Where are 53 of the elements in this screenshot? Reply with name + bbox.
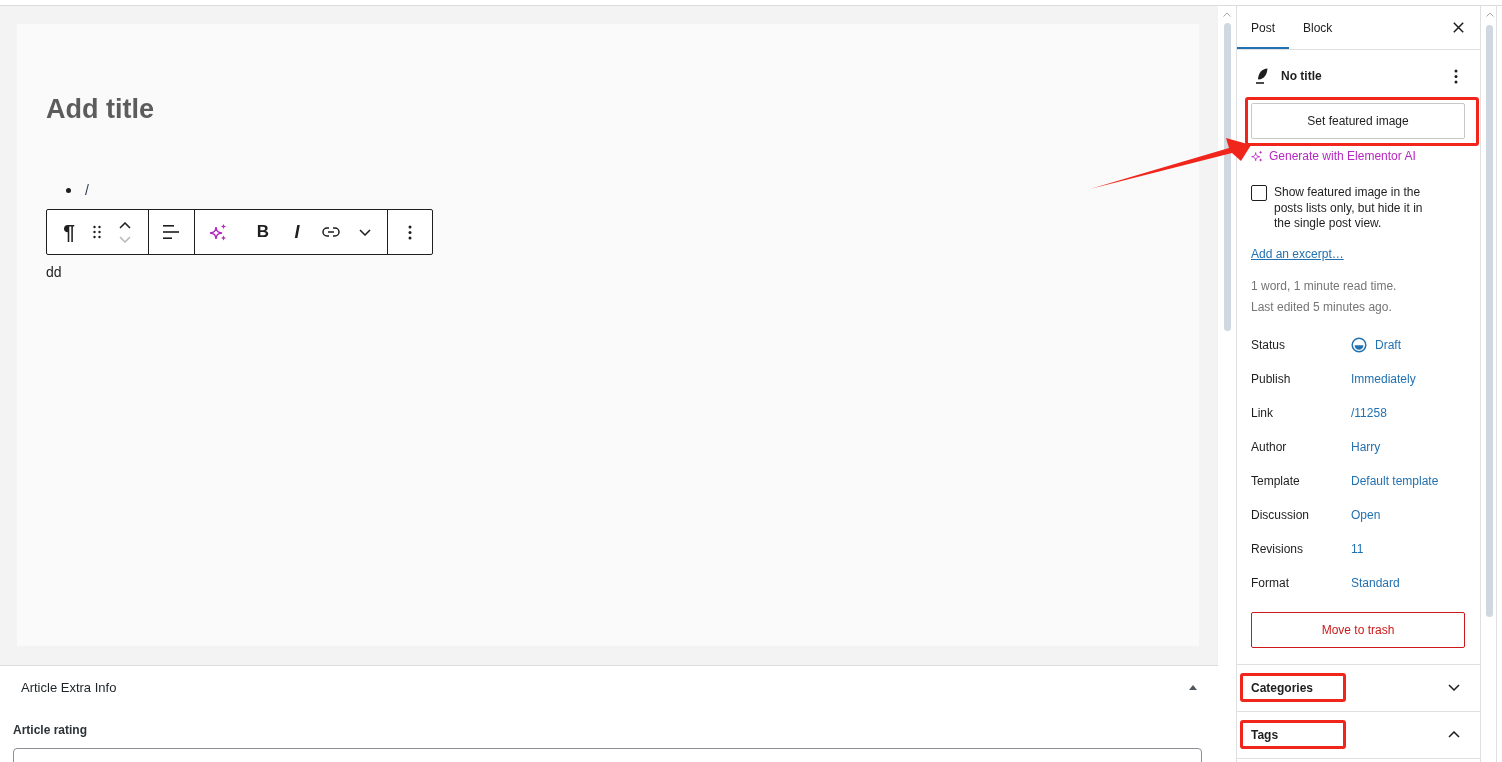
property-value-link[interactable]: Harry	[1351, 439, 1381, 454]
vertical-dots-icon	[1453, 68, 1458, 84]
block-type-button[interactable]: ¶	[55, 210, 83, 254]
panel-header-button[interactable]: Categories	[1237, 664, 1480, 712]
generate-ai-link[interactable]: Generate with Elementor AI	[1251, 149, 1416, 163]
property-label: Publish	[1251, 371, 1292, 386]
caret-up-icon[interactable]	[1223, 12, 1231, 17]
caret-up-icon[interactable]	[1486, 12, 1494, 17]
quill-icon	[1256, 68, 1268, 84]
property-label: Link	[1251, 405, 1274, 420]
vertical-dots-icon	[408, 224, 412, 240]
add-excerpt-link[interactable]: Add an excerpt…	[1251, 246, 1344, 262]
set-featured-image-button[interactable]: Set featured image	[1251, 103, 1465, 139]
property-label: Discussion	[1251, 507, 1311, 522]
meta-box-title: Article Extra Info	[21, 679, 117, 695]
checkbox[interactable]	[1251, 185, 1267, 201]
move-to-trash-button[interactable]: Move to trash	[1251, 611, 1465, 648]
scrollbar-thumb[interactable]	[1223, 23, 1231, 331]
property-label: Author	[1251, 439, 1288, 454]
post-info-text: 1 word, 1 minute read time.	[1251, 277, 1398, 295]
list-item-text: /	[85, 182, 89, 198]
title-field[interactable]: Add title	[46, 92, 158, 126]
property-label: Revisions	[1251, 541, 1305, 556]
paragraph-text: dd	[46, 263, 62, 281]
field-label: Article rating	[13, 722, 88, 738]
sidebar-tab[interactable]: Block	[1289, 6, 1347, 49]
property-value-link[interactable]: 11	[1351, 541, 1364, 556]
sparkle-icon	[209, 223, 227, 241]
chevron-down-icon	[359, 228, 371, 236]
scrollbar-thumb[interactable]	[1486, 25, 1493, 617]
italic-button[interactable]: I	[280, 210, 314, 254]
sidebar-tab[interactable]: Post	[1237, 6, 1289, 49]
align-left-icon	[163, 225, 179, 239]
link-icon	[322, 227, 340, 237]
drag-handle-icon	[93, 225, 101, 239]
sparkle-icon	[1251, 150, 1263, 162]
status-value-link[interactable]: Draft	[1351, 336, 1401, 353]
property-value-link[interactable]: Immediately	[1351, 371, 1416, 386]
property-label: Format	[1251, 575, 1290, 590]
property-value-link[interactable]: Standard	[1351, 575, 1400, 590]
close-icon	[1452, 22, 1464, 33]
property-value-link[interactable]: Default template	[1351, 473, 1439, 488]
half-filled-circle-icon	[1351, 336, 1367, 353]
checkbox-label: Show featured image in the posts lists only, but hide it in the single post view.	[1274, 185, 1424, 232]
property-value-link[interactable]: /11258	[1351, 405, 1387, 420]
bold-button[interactable]: B	[246, 210, 280, 254]
bullet-icon	[66, 187, 71, 193]
property-label: Template	[1251, 473, 1301, 488]
post-title: No title	[1281, 69, 1322, 83]
property-label: Status	[1251, 337, 1287, 352]
property-value-link[interactable]: Open	[1351, 507, 1381, 522]
post-info-text: Last edited 5 minutes ago.	[1251, 298, 1393, 316]
panel-header-button[interactable]: Tags	[1237, 711, 1480, 759]
